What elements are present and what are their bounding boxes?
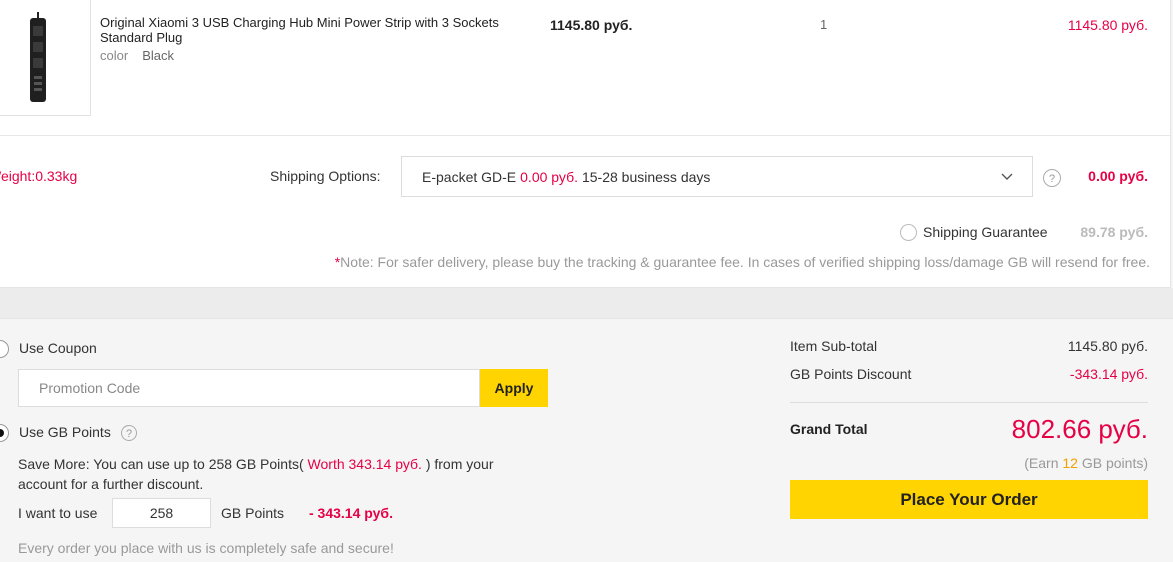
earn-suffix: GB points) <box>1081 455 1148 471</box>
chevron-down-icon <box>1001 173 1013 180</box>
use-coupon-label[interactable]: Use Coupon <box>19 340 97 356</box>
grand-total-label: Grand Total <box>790 421 868 437</box>
subtotal-label: Item Sub-total <box>790 338 878 354</box>
package-weight: Weight:0.33kg <box>0 168 78 184</box>
use-gb-points-label[interactable]: Use GB Points <box>19 424 111 440</box>
gb-points-help-icon[interactable]: ? <box>121 425 137 441</box>
subtotal-value: 1145.80 руб. <box>1067 338 1148 354</box>
points-input-label: I want to use <box>18 505 98 521</box>
shipping-method-name: E-packet GD-E <box>422 169 517 185</box>
shipping-cost: 0.00 руб. <box>1088 168 1148 184</box>
checkout-panel: Use Coupon Apply Use GB Points ? Save Mo… <box>0 318 1173 562</box>
use-gb-points-radio[interactable] <box>0 424 9 442</box>
product-attribute: color Black <box>100 48 174 63</box>
weight-wrapper: Weight:0.33kg <box>0 160 100 190</box>
security-note: Every order you place with us is complet… <box>18 540 394 556</box>
shipping-help-icon[interactable]: ? <box>1043 169 1061 187</box>
attribute-label: color <box>100 48 129 63</box>
points-discount-label: GB Points Discount <box>790 366 912 382</box>
power-strip-image <box>30 12 46 102</box>
order-summary: Item Sub-total 1145.80 руб. GB Points Di… <box>790 319 1148 562</box>
shipping-method-days: 15-28 business days <box>581 169 711 185</box>
points-discount-value: - 343.14 руб. <box>309 505 393 521</box>
promotion-code-input[interactable] <box>18 369 480 407</box>
save-more-worth: Worth 343.14 руб. <box>307 456 422 472</box>
product-row: Original Xiaomi 3 USB Charging Hub Mini … <box>0 0 1170 136</box>
points-unit-label: GB Points <box>221 505 285 521</box>
note-text: Note: For safer delivery, please buy the… <box>340 254 1150 270</box>
line-total: 1145.80 руб. <box>1067 17 1148 33</box>
shipping-options-label: Shipping Options: <box>270 168 381 184</box>
shipping-guarantee-price: 89.78 руб. <box>1080 224 1148 240</box>
shipping-guarantee-radio[interactable] <box>900 224 917 241</box>
product-thumbnail[interactable] <box>0 0 91 116</box>
shipping-guarantee-label[interactable]: Shipping Guarantee <box>923 224 1048 240</box>
attribute-value: Black <box>142 48 174 63</box>
unit-price: 1145.80 руб. <box>550 17 633 33</box>
grand-total-value: 802.66 руб. <box>1011 414 1148 444</box>
use-coupon-radio[interactable] <box>0 340 9 358</box>
order-items-card: Original Xiaomi 3 USB Charging Hub Mini … <box>0 0 1171 288</box>
gb-points-input[interactable] <box>112 498 211 528</box>
section-separator <box>0 288 1173 318</box>
product-name[interactable]: Original Xiaomi 3 USB Charging Hub Mini … <box>100 15 530 45</box>
gb-points-info: Save More: You can use up to 258 GB Poin… <box>18 454 528 494</box>
apply-coupon-button[interactable]: Apply <box>480 369 548 407</box>
earn-points-note: (Earn 12 GB points) <box>1024 455 1148 471</box>
earn-prefix: (Earn <box>1024 455 1059 471</box>
summary-divider <box>790 402 1148 403</box>
points-discount-summary-value: -343.14 руб. <box>1069 366 1148 382</box>
shipping-method-price: 0.00 руб. <box>520 169 578 185</box>
shipping-note: *Note: For safer delivery, please buy th… <box>335 254 1150 270</box>
save-more-prefix: Save More: You can use up to 258 GB Poin… <box>18 456 304 472</box>
quantity: 1 <box>820 17 828 32</box>
earn-points-count: 12 <box>1062 455 1078 471</box>
place-order-button[interactable]: Place Your Order <box>790 480 1148 519</box>
shipping-method-select[interactable]: E-packet GD-E 0.00 руб. 15-28 business day… <box>401 156 1033 197</box>
